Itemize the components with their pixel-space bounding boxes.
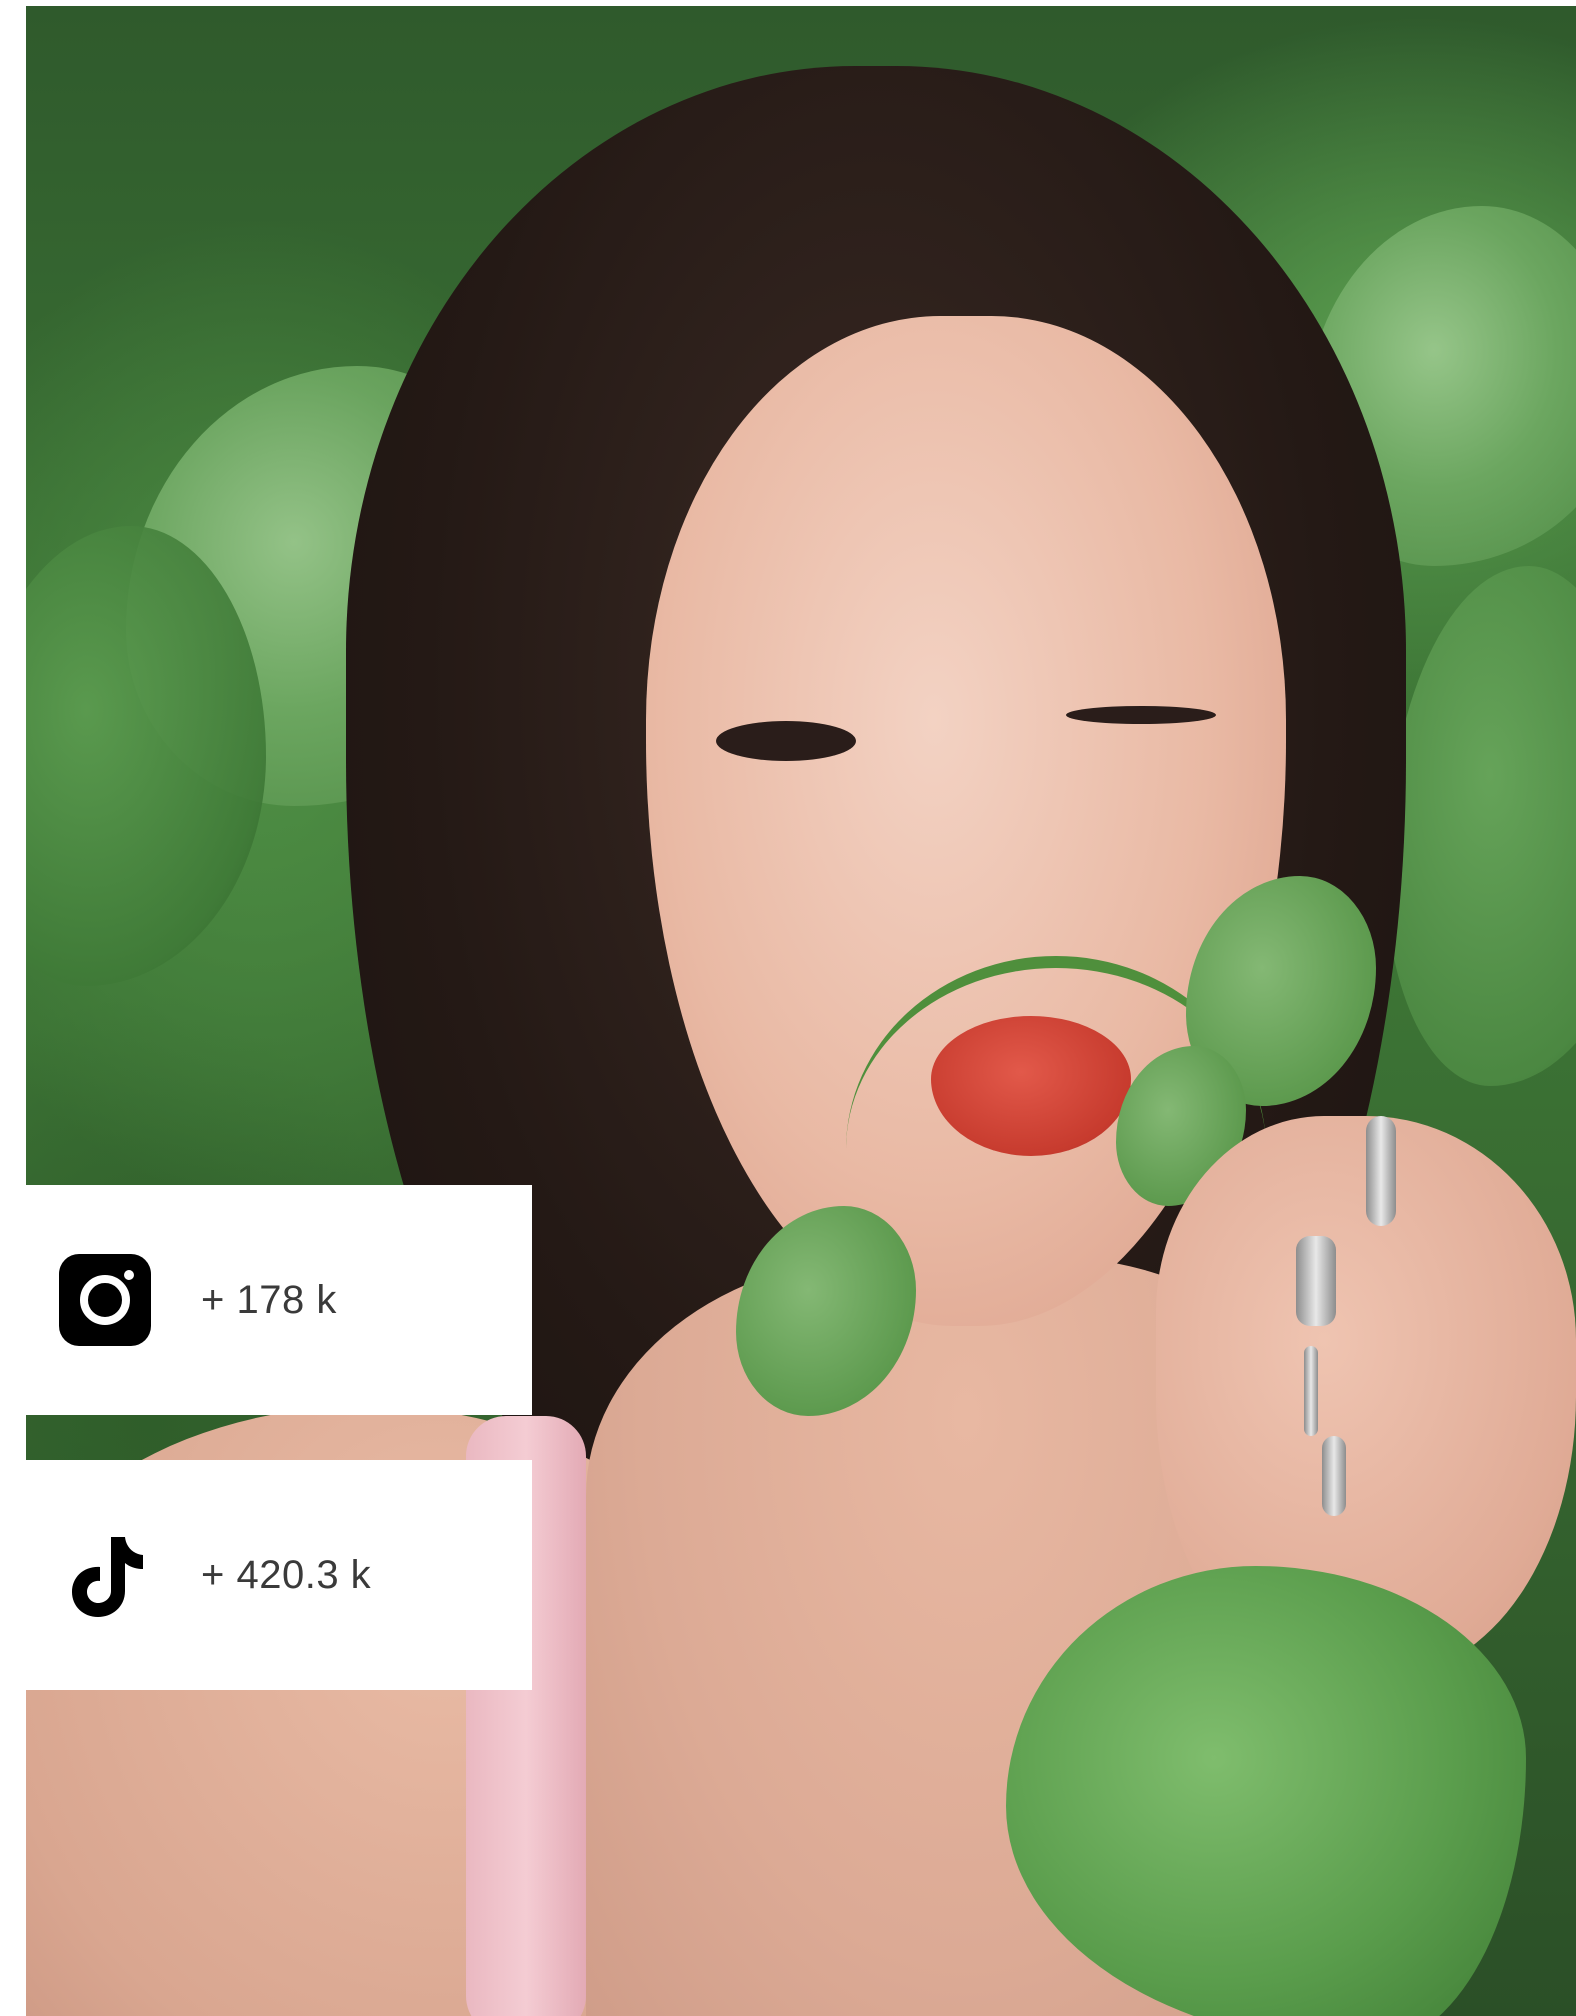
instagram-follower-count: + 178 k <box>201 1277 337 1322</box>
page: + 178 k + 420.3 k <box>0 0 1576 2016</box>
tiktok-follower-count: + 420.3 k <box>201 1552 372 1597</box>
left-eye <box>716 721 856 761</box>
background-leaf <box>1386 566 1576 1086</box>
tiktok-stat-card: + 420.3 k <box>26 1460 532 1690</box>
portrait-photo <box>26 6 1576 2016</box>
large-leaf <box>1006 1566 1526 2016</box>
ring <box>1322 1436 1346 1516</box>
ring <box>1296 1236 1336 1326</box>
instagram-icon[interactable] <box>59 1254 151 1346</box>
right-eye <box>1066 706 1216 724</box>
tiktok-icon[interactable] <box>59 1529 151 1621</box>
instagram-stat-card: + 178 k <box>26 1185 532 1415</box>
ring <box>1304 1346 1318 1436</box>
ring <box>1366 1116 1396 1226</box>
